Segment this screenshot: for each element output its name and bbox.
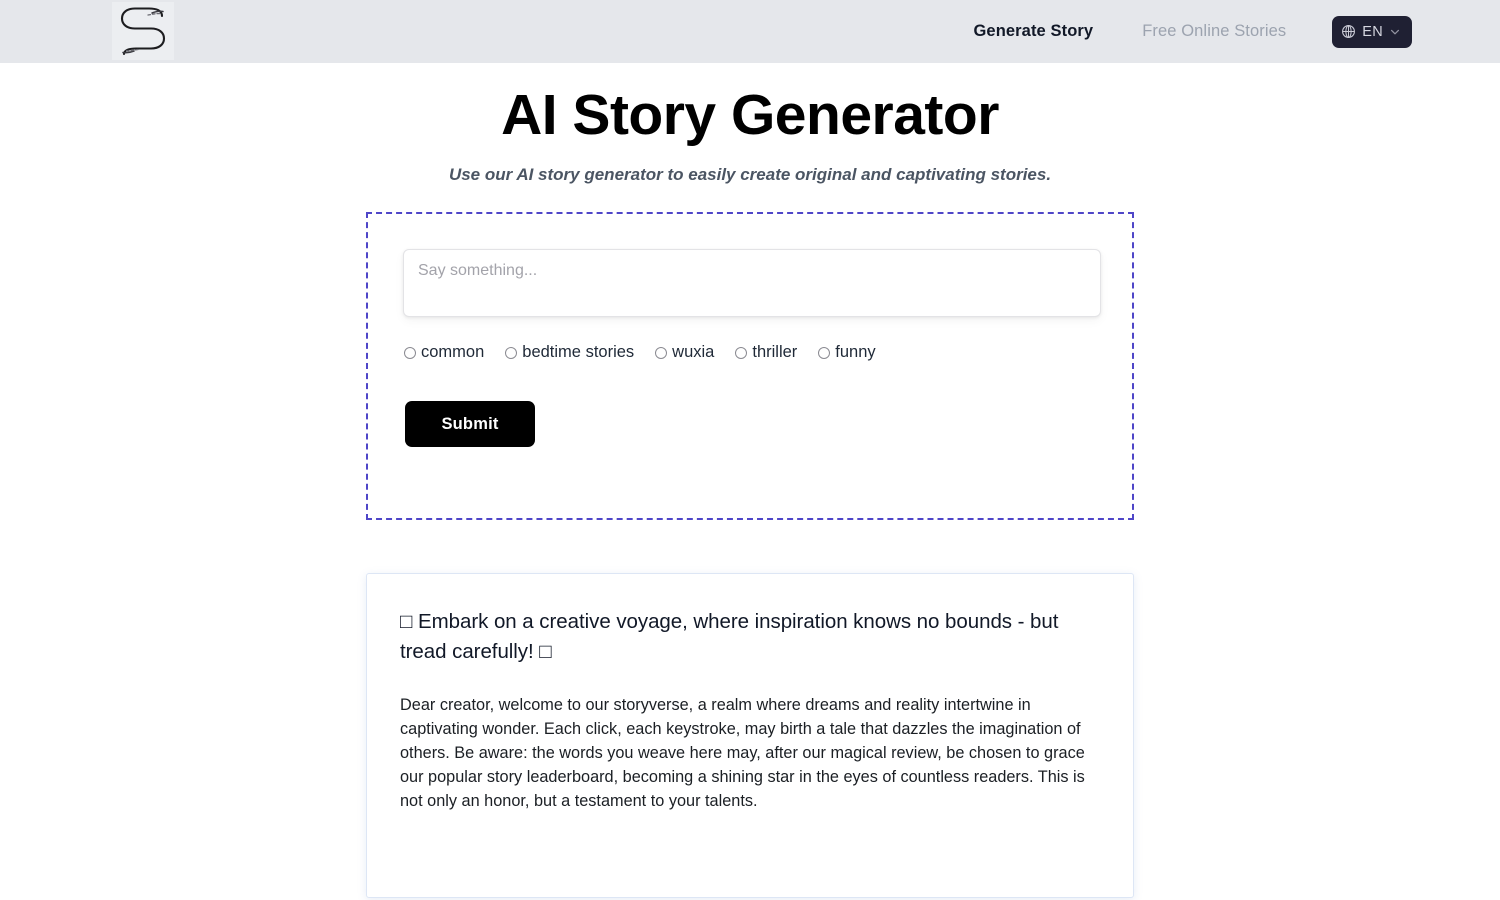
site-header: Generate Story Free Online Stories EN [0, 0, 1500, 63]
language-label: EN [1362, 23, 1383, 40]
hero-section: AI Story Generator Use our AI story gene… [0, 63, 1500, 185]
genre-radio-common[interactable] [404, 346, 416, 359]
globe-icon [1341, 24, 1356, 39]
main-navigation: Generate Story Free Online Stories EN [974, 0, 1500, 63]
nav-link-free-online-stories[interactable]: Free Online Stories [1142, 22, 1286, 41]
genre-option-thriller[interactable]: thriller [735, 343, 797, 362]
genre-label-bedtime-stories: bedtime stories [522, 343, 635, 361]
language-selector-button[interactable]: EN [1332, 15, 1412, 48]
genre-option-bedtime-stories[interactable]: bedtime stories [505, 343, 634, 362]
prompt-input[interactable] [403, 249, 1101, 317]
genre-radio-funny[interactable] [818, 346, 831, 359]
genre-option-wuxia[interactable]: wuxia [655, 343, 714, 362]
genre-label-wuxia: wuxia [672, 343, 715, 361]
notice-card: □ Embark on a creative voyage, where ins… [366, 573, 1134, 898]
genre-label-thriller: thriller [752, 343, 798, 361]
chevron-down-icon [1389, 26, 1401, 38]
genre-label-funny: funny [835, 343, 876, 361]
story-generator-form: common bedtime stories wuxia thriller fu… [366, 212, 1134, 520]
genre-radio-thriller[interactable] [735, 346, 748, 359]
stylized-s-logo-icon [115, 6, 171, 56]
notice-body: Dear creator, welcome to our storyverse,… [400, 695, 1085, 811]
logo[interactable] [112, 2, 174, 60]
genre-radio-wuxia[interactable] [655, 346, 668, 359]
page-subtitle: Use our AI story generator to easily cre… [448, 165, 1052, 185]
submit-button[interactable]: Submit [405, 401, 535, 447]
notice-title: □ Embark on a creative voyage, where ins… [400, 610, 1059, 664]
genre-radio-bedtime-stories[interactable] [505, 346, 518, 359]
genre-radio-group: common bedtime stories wuxia thriller fu… [404, 343, 876, 362]
page-title: AI Story Generator [501, 83, 999, 147]
nav-link-generate-story[interactable]: Generate Story [974, 22, 1094, 41]
genre-option-common[interactable]: common [404, 343, 484, 362]
genre-label-common: common [421, 343, 485, 361]
genre-option-funny[interactable]: funny [818, 343, 876, 362]
